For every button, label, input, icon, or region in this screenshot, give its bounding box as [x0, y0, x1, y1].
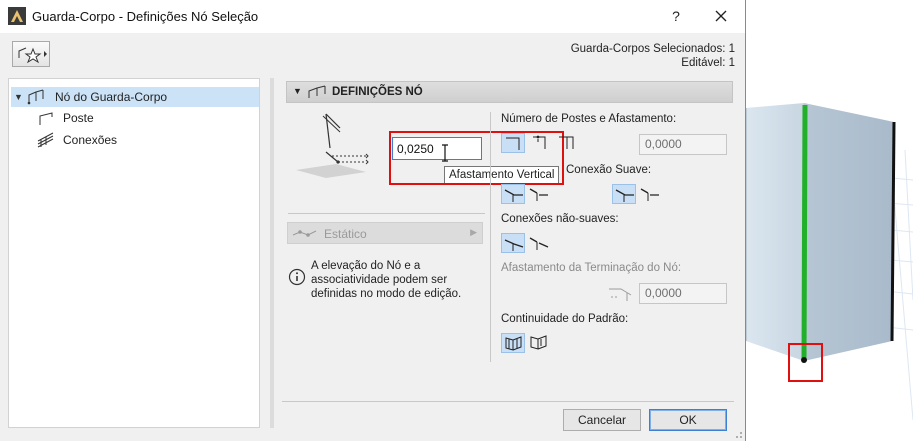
non-smooth-connections-label: Conexões não-suaves: [501, 213, 619, 225]
tree-item-railing-node[interactable]: ▼ Nó do Guarda-Corpo [11, 87, 259, 107]
posts-option-1[interactable] [501, 133, 525, 153]
smooth-connection-label: Conexão Suave: [566, 164, 652, 176]
posts-option-3[interactable] [555, 133, 579, 153]
posts-offset-field[interactable]: 0,0000 [639, 134, 727, 155]
pattern-continuous-icon [505, 336, 522, 351]
tree-item-post[interactable]: Poste [37, 108, 237, 128]
vertical-divider [490, 112, 491, 362]
pattern-restart-icon [530, 335, 547, 350]
tree-item-label: Nó do Guarda-Corpo [55, 90, 168, 104]
ok-button[interactable]: OK [649, 409, 727, 431]
non-smooth-split-icon [529, 237, 549, 250]
chevron-right-icon: ▶ [470, 227, 477, 237]
divider [288, 213, 485, 214]
end-offset-label: Afastamento da Terminação do Nó: [501, 262, 682, 274]
title-bar: Guarda-Corpo - Definições Nó Seleção ? [0, 0, 745, 33]
resize-grip-icon[interactable] [733, 429, 743, 439]
editable-count-label: Editável: 1 [681, 57, 735, 69]
post-offset-icon [533, 135, 546, 149]
railing-node-icon [308, 85, 326, 98]
3d-model-view [745, 103, 913, 421]
pattern-option-1[interactable] [501, 333, 525, 353]
settings-tree: ▼ Nó do Guarda-Corpo Poste Conexões [8, 78, 260, 428]
connection-option-2[interactable] [527, 184, 551, 204]
info-text: A elevação do Nó e a associatividade pod… [311, 260, 462, 300]
pattern-continuity-label: Continuidade do Padrão: [501, 313, 629, 325]
two-posts-icon [559, 136, 574, 149]
tree-item-label: Conexões [63, 133, 118, 147]
non-smooth-option-2[interactable] [527, 233, 551, 253]
non-smooth-joined-icon [504, 239, 524, 251]
connection-split-icon [529, 188, 548, 201]
info-icon [288, 268, 306, 286]
smooth-split-icon [640, 188, 659, 201]
favorites-button[interactable] [12, 41, 50, 67]
section-header[interactable]: ▼ DEFINIÇÕES NÓ [286, 81, 733, 103]
archicad-app-icon [8, 7, 26, 25]
expand-caret-icon[interactable]: ▼ [14, 87, 23, 107]
post-icon [39, 112, 53, 125]
selection-info: Guarda-Corpos Selecionados: 1 Editável: … [571, 42, 735, 70]
section-title: DEFINIÇÕES NÓ [332, 86, 423, 98]
post-at-node-icon [506, 137, 520, 150]
node-highlight-box [788, 343, 823, 382]
tree-item-label: Poste [63, 111, 94, 125]
railing-node-icon [27, 89, 44, 105]
collapse-caret-icon[interactable]: ▼ [293, 86, 302, 96]
end-offset-field[interactable]: 0,0000 [639, 283, 727, 304]
node-offset-preview-icon [296, 113, 369, 178]
connection-option-1[interactable] [501, 184, 525, 204]
static-mode-icon [292, 230, 317, 237]
window-title: Guarda-Corpo - Definições Nó Seleção [32, 9, 259, 24]
smooth-option-2[interactable] [638, 184, 662, 204]
static-dropdown[interactable]: Estático ▶ [287, 222, 483, 244]
railing-post-line [801, 104, 808, 361]
connections-icon [37, 132, 54, 148]
end-offset-icon [609, 288, 632, 301]
panel-splitter[interactable] [270, 78, 274, 428]
selected-count-label: Guarda-Corpos Selecionados: 1 [570, 43, 735, 55]
close-icon[interactable] [706, 4, 736, 28]
static-label: Estático [324, 227, 367, 241]
non-smooth-option-1[interactable] [501, 233, 525, 253]
tree-item-connections[interactable]: Conexões [37, 130, 237, 150]
smooth-option-1[interactable] [612, 184, 636, 204]
footer-divider [282, 401, 734, 402]
smooth-joined-icon [615, 189, 634, 202]
connection-joined-icon [504, 189, 523, 202]
node-settings-dialog: Guarda-Corpo - Definições Nó Seleção ? G… [0, 0, 746, 441]
posts-option-2[interactable] [529, 133, 553, 153]
pattern-option-2[interactable] [527, 333, 551, 353]
cancel-button[interactable]: Cancelar [563, 409, 641, 431]
help-button[interactable]: ? [664, 5, 688, 27]
favorites-star-icon [18, 47, 47, 64]
posts-label: Número de Postes e Afastamento: [501, 113, 677, 125]
